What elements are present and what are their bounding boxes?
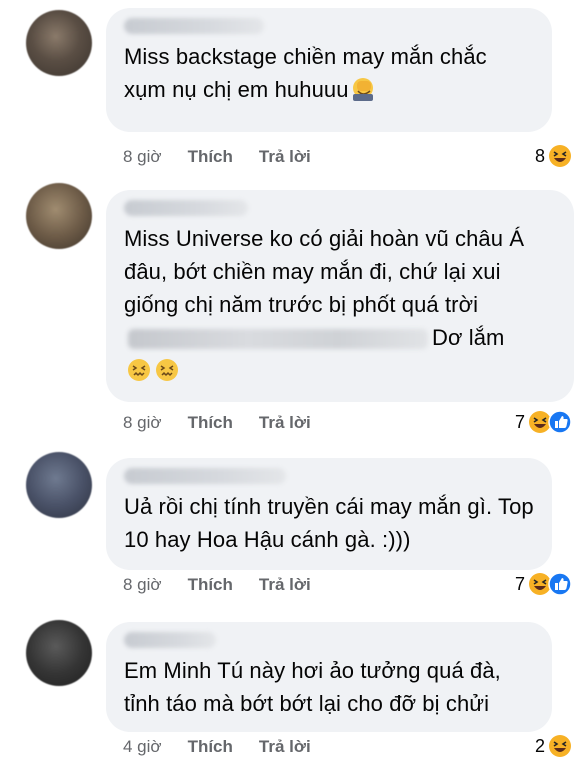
- reaction-count: 8: [534, 145, 545, 166]
- reaction-summary[interactable]: 7: [515, 572, 572, 596]
- comment-text-content: Miss backstage chiền may mắn chắc xụm nụ…: [124, 44, 487, 102]
- like-icon: [548, 572, 572, 596]
- comment-time[interactable]: 4 giờ: [123, 737, 162, 757]
- comment-bubble: Uả rồi chị tính truyền cái may mắn gì. T…: [106, 458, 552, 570]
- like-button[interactable]: Thích: [188, 147, 233, 167]
- author-name-blurred[interactable]: [124, 18, 264, 34]
- comment-text: Miss Universe ko có giải hoàn vũ châu Á …: [124, 222, 556, 387]
- reply-button[interactable]: Trả lời: [259, 413, 311, 433]
- comment-text-content: Uả rồi chị tính truyền cái may mắn gì. T…: [124, 494, 534, 552]
- comment-text-content: Em Minh Tú này hơi ảo tưởng quá đà, tỉnh…: [124, 658, 501, 716]
- confounded-face-icon: [128, 359, 150, 381]
- haha-icon: [549, 735, 571, 757]
- comment-time[interactable]: 8 giờ: [123, 147, 162, 167]
- comment-text: Miss backstage chiền may mắn chắc xụm nụ…: [124, 40, 534, 106]
- comment-actions: 8 giờ Thích Trả lời: [123, 147, 311, 167]
- avatar[interactable]: [26, 10, 92, 76]
- comment-actions: 8 giờ Thích Trả lời: [123, 575, 311, 595]
- reaction-summary[interactable]: 2: [535, 734, 572, 758]
- like-icon: [548, 410, 572, 434]
- like-button[interactable]: Thích: [188, 413, 233, 433]
- confounded-face-icon: [156, 359, 178, 381]
- face-palm-icon: [352, 78, 373, 101]
- comment-actions: 8 giờ Thích Trả lời: [123, 413, 311, 433]
- reply-button[interactable]: Trả lời: [259, 575, 311, 595]
- reaction-count: 7: [514, 573, 525, 594]
- author-name-blurred[interactable]: [124, 632, 216, 648]
- reaction-count: 2: [534, 735, 545, 756]
- comment-bubble: Miss backstage chiền may mắn chắc xụm nụ…: [106, 8, 552, 132]
- reaction-count: 7: [514, 411, 525, 432]
- reaction-summary[interactable]: 8: [535, 144, 572, 168]
- avatar[interactable]: [26, 620, 92, 686]
- like-button[interactable]: Thích: [188, 575, 233, 595]
- like-button[interactable]: Thích: [188, 737, 233, 757]
- avatar[interactable]: [26, 183, 92, 249]
- reply-button[interactable]: Trả lời: [259, 737, 311, 757]
- comment-text-end: Dơ lắm: [432, 325, 505, 350]
- haha-icon: [549, 145, 571, 167]
- author-name-blurred[interactable]: [124, 468, 286, 484]
- comment-text-content: Miss Universe ko có giải hoàn vũ châu Á …: [124, 226, 525, 317]
- comment-actions: 4 giờ Thích Trả lời: [123, 737, 311, 757]
- reply-button[interactable]: Trả lời: [259, 147, 311, 167]
- reaction-summary[interactable]: 7: [515, 410, 572, 434]
- comment-text: Uả rồi chị tính truyền cái may mắn gì. T…: [124, 490, 534, 556]
- comment-time[interactable]: 8 giờ: [123, 413, 162, 433]
- comment-bubble: Em Minh Tú này hơi ảo tưởng quá đà, tỉnh…: [106, 622, 552, 732]
- comment-bubble: Miss Universe ko có giải hoàn vũ châu Á …: [106, 190, 574, 402]
- avatar[interactable]: [26, 452, 92, 518]
- comment-text: Em Minh Tú này hơi ảo tưởng quá đà, tỉnh…: [124, 654, 534, 720]
- blurred-text: [128, 329, 428, 350]
- comment-time[interactable]: 8 giờ: [123, 575, 162, 595]
- author-name-blurred[interactable]: [124, 200, 248, 216]
